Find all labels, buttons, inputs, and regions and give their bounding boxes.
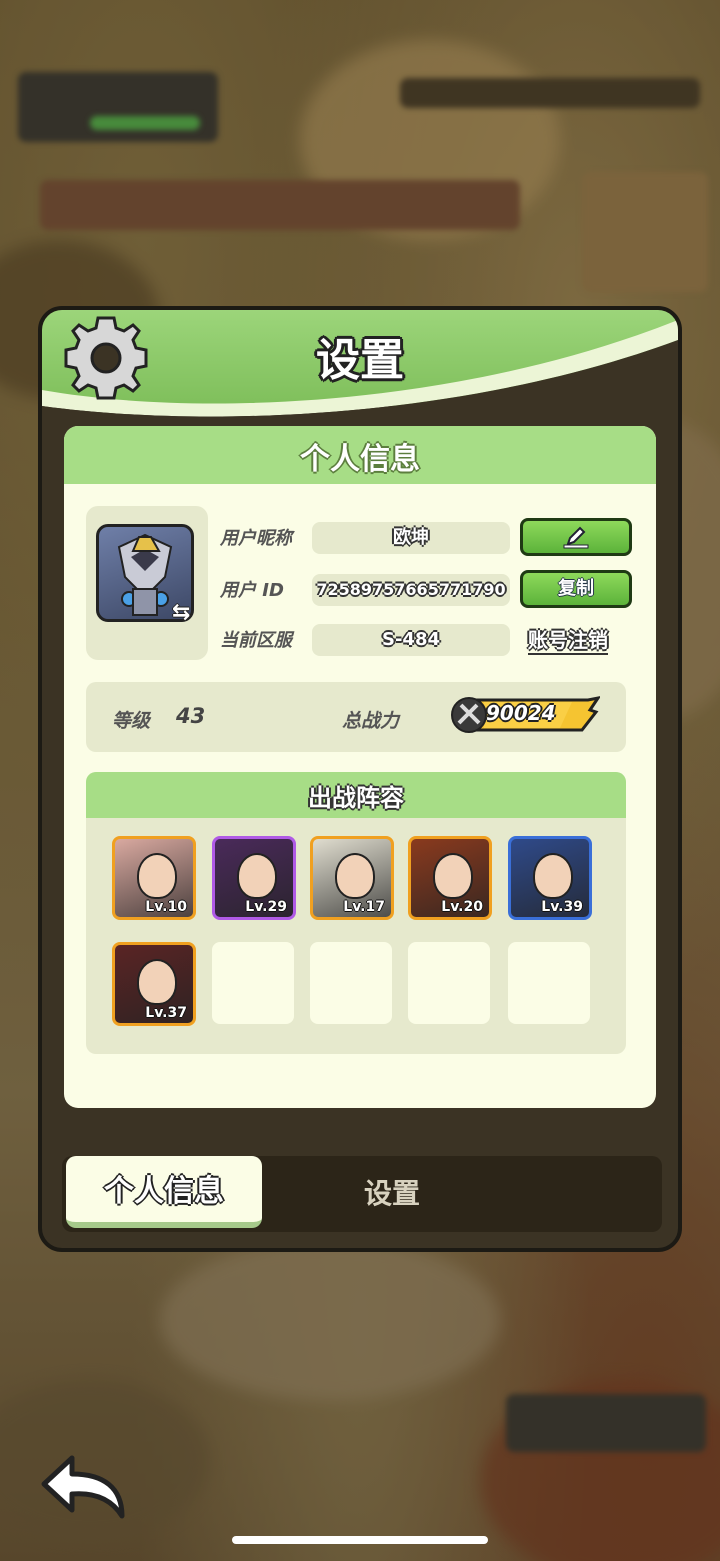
- tab-settings[interactable]: 设置: [292, 1156, 492, 1232]
- hero-card[interactable]: Lv.10: [112, 836, 196, 920]
- settings-panel: 设置 个人信息 ⇆ 用户昵称 欧坤 用户 ID 7258975766577179…: [38, 306, 682, 1252]
- power-badge: 90024: [450, 696, 600, 734]
- hero-card[interactable]: Lv.29: [212, 836, 296, 920]
- nickname-label: 用户昵称: [220, 528, 292, 549]
- power-label: 总战力: [342, 710, 400, 732]
- lineup-title: 出战阵容: [308, 784, 404, 812]
- hero-card[interactable]: Lv.37: [112, 942, 196, 1026]
- hero-portrait: [237, 853, 277, 899]
- pencil-icon: [563, 526, 589, 549]
- hero-portrait: [335, 853, 375, 899]
- hero-level: Lv.17: [343, 899, 385, 915]
- hero-card[interactable]: Lv.39: [508, 836, 592, 920]
- level-label: 等级: [112, 710, 151, 732]
- avatar-container: ⇆: [86, 506, 208, 660]
- back-arrow-icon[interactable]: [38, 1452, 130, 1522]
- stats-row: 等级 43 总战力 90024: [86, 682, 626, 752]
- hero-level: Lv.39: [541, 899, 583, 915]
- home-indicator: [232, 1536, 488, 1544]
- profile-card: 个人信息 ⇆ 用户昵称 欧坤 用户 ID 72589757665771790 复…: [64, 426, 656, 1108]
- empty-hero-slot[interactable]: [212, 942, 294, 1024]
- tab-bar: 个人信息 设置: [62, 1156, 662, 1232]
- empty-hero-slot[interactable]: [408, 942, 490, 1024]
- account-cancel-link[interactable]: 账号注销: [528, 624, 608, 655]
- empty-hero-slot[interactable]: [508, 942, 590, 1024]
- power-value: 90024: [486, 701, 556, 725]
- hero-portrait: [137, 959, 177, 1005]
- profile-card-title: 个人信息: [300, 442, 420, 477]
- hero-level: Lv.20: [441, 899, 483, 915]
- server-field: S-484: [312, 624, 510, 656]
- hero-card[interactable]: Lv.20: [408, 836, 492, 920]
- hero-level: Lv.29: [245, 899, 287, 915]
- nickname-field: 欧坤: [312, 522, 510, 554]
- hero-portrait: [533, 853, 573, 899]
- hero-portrait: [433, 853, 473, 899]
- hero-portrait: [137, 853, 177, 899]
- user-id-field: 72589757665771790: [312, 574, 510, 606]
- tab-profile[interactable]: 个人信息: [66, 1156, 262, 1228]
- swap-avatar-icon[interactable]: ⇆: [172, 600, 198, 626]
- copy-id-button[interactable]: 复制: [520, 570, 632, 608]
- hero-level: Lv.37: [145, 1005, 187, 1021]
- level-value: 43: [176, 704, 206, 728]
- hero-level: Lv.10: [145, 899, 187, 915]
- server-label: 当前区服: [220, 630, 292, 651]
- edit-nickname-button[interactable]: [520, 518, 632, 556]
- user-id-label: 用户 ID: [220, 580, 284, 601]
- empty-hero-slot[interactable]: [310, 942, 392, 1024]
- hero-card[interactable]: Lv.17: [310, 836, 394, 920]
- panel-title: 设置: [316, 335, 404, 386]
- lineup-section: 出战阵容 Lv.10 Lv.29 Lv.17 Lv.20 Lv.39 Lv.37: [86, 772, 626, 1054]
